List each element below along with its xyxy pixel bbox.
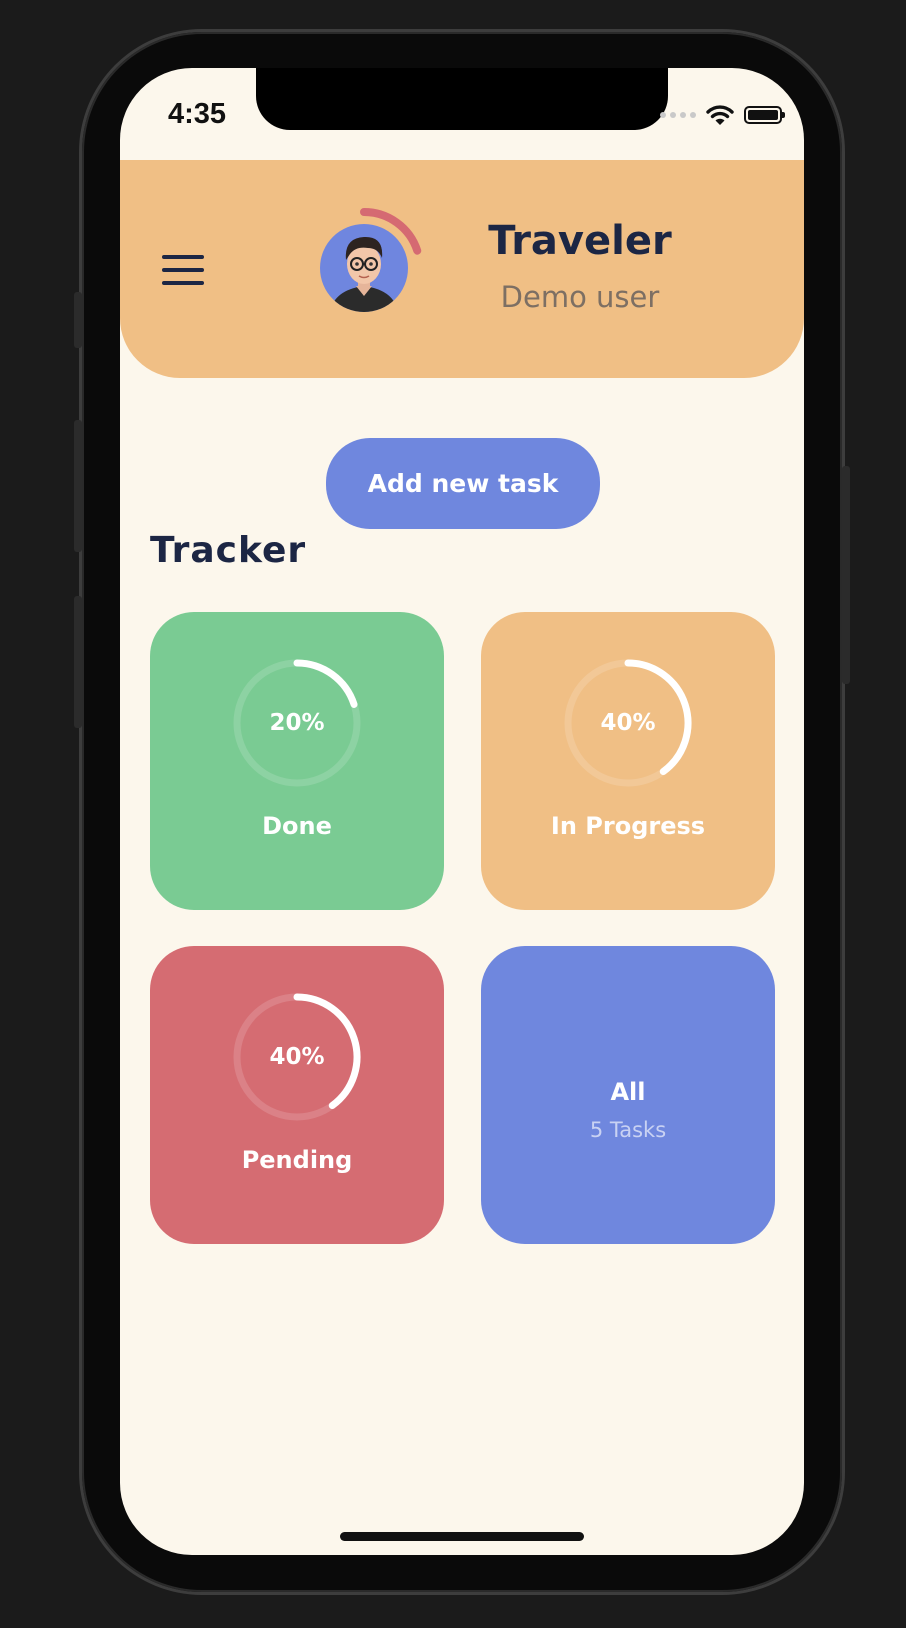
battery-icon <box>744 106 785 124</box>
pending-percent: 40% <box>269 1044 325 1070</box>
signal-icon <box>660 112 696 118</box>
wifi-icon <box>706 105 734 125</box>
in-progress-card[interactable]: 40% In Progress <box>481 612 775 910</box>
in-progress-label: In Progress <box>550 812 706 840</box>
done-label: Done <box>262 812 332 840</box>
done-percent: 20% <box>269 710 325 736</box>
pending-label: Pending <box>241 1146 353 1174</box>
tracker-title: Tracker <box>150 530 307 571</box>
avatar-with-progress[interactable] <box>306 198 426 318</box>
app-screen: 4:35 Traveler Demo user Add new task Tra… <box>120 68 804 1555</box>
all-task-count: 5 Tasks <box>589 1118 667 1142</box>
phone-silent-switch <box>74 292 82 348</box>
status-icons <box>660 104 785 126</box>
all-tasks-card[interactable]: All 5 Tasks <box>481 946 775 1244</box>
all-label: All <box>610 1078 646 1106</box>
pending-card[interactable]: 40% Pending <box>150 946 444 1244</box>
profile-header: Traveler Demo user <box>120 160 804 378</box>
phone-volume-up <box>74 420 82 552</box>
avatar <box>320 224 408 312</box>
add-new-task-button[interactable]: Add new task <box>326 438 600 529</box>
user-name: Traveler <box>488 218 672 264</box>
home-indicator[interactable] <box>340 1532 584 1541</box>
phone-volume-down <box>74 596 82 728</box>
menu-icon[interactable] <box>162 255 204 285</box>
status-time: 4:35 <box>168 98 227 130</box>
done-card[interactable]: 20% Done <box>150 612 444 910</box>
phone-power-button <box>842 466 850 684</box>
in-progress-percent: 40% <box>600 710 656 736</box>
user-role: Demo user <box>500 280 660 314</box>
notch <box>256 68 668 130</box>
